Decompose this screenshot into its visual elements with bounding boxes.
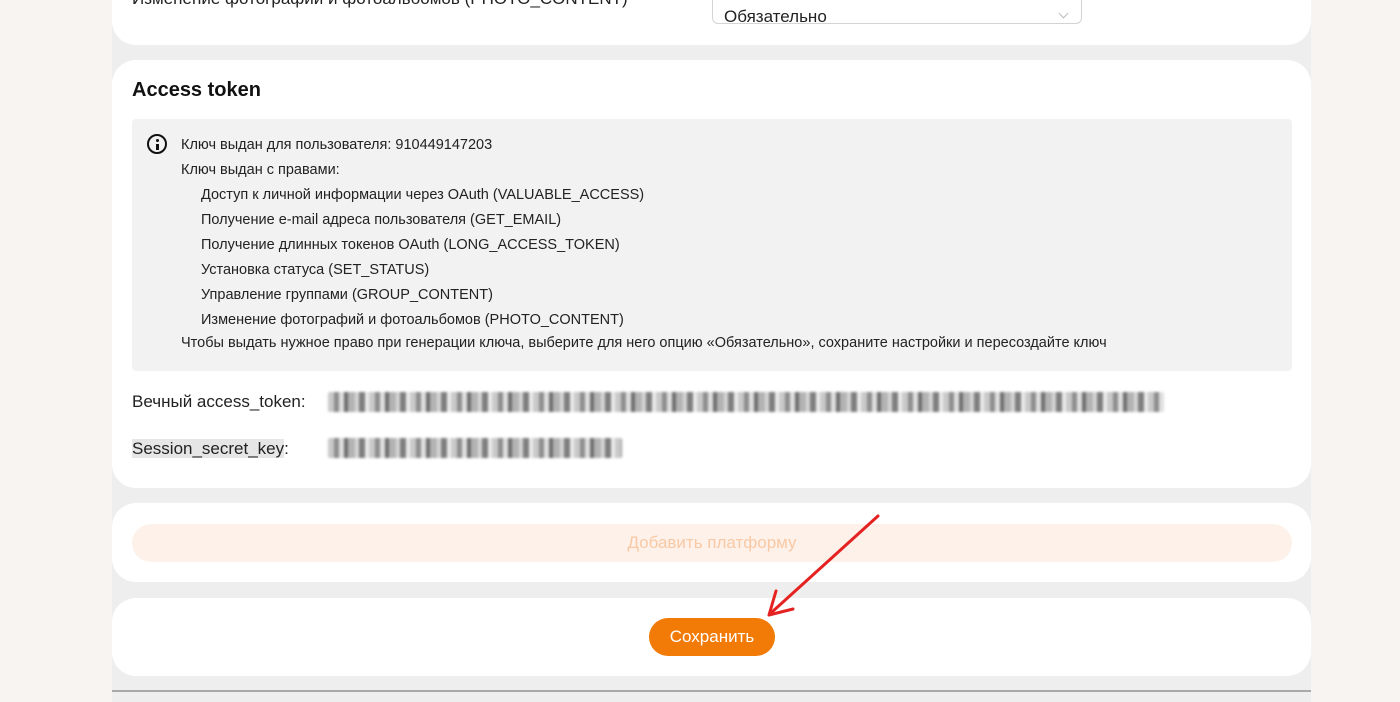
info-line-right: Изменение фотографий и фотоальбомов (PHO… xyxy=(201,312,624,328)
info-line-right: Получение e-mail адреса пользователя (GE… xyxy=(201,212,562,228)
access-token-card: Access token Ключ выдан для пользователя… xyxy=(112,60,1311,488)
info-box: Ключ выдан для пользователя: 91044914720… xyxy=(132,119,1292,371)
info-line-right: Установка статуса (SET_STATUS) xyxy=(201,262,430,278)
bottom-divider xyxy=(112,690,1311,692)
add-platform-button[interactable]: Добавить платформу xyxy=(132,524,1292,562)
section-title: Access token xyxy=(132,79,261,101)
info-line-rights-heading: Ключ выдан с правами: xyxy=(181,162,340,178)
save-button[interactable]: Сохранить xyxy=(649,618,775,656)
permission-label: Изменение фотографий и фотоальбомов (PHO… xyxy=(132,0,628,9)
session-key-label-colon: : xyxy=(284,439,289,458)
save-card: Сохранить xyxy=(112,598,1311,676)
session-key-label: Session_secret_key: xyxy=(132,439,289,459)
eternal-token-value[interactable] xyxy=(328,392,1164,412)
eternal-token-label: Вечный access_token: xyxy=(132,392,306,411)
permission-select-value: Обязательно xyxy=(724,7,827,26)
session-key-label-text: Session_secret_key xyxy=(132,439,285,458)
info-icon xyxy=(147,134,167,154)
permission-select[interactable]: Обязательно xyxy=(712,0,1082,26)
session-key-value[interactable] xyxy=(328,438,622,458)
chevron-down-icon xyxy=(1058,8,1069,19)
info-line-right: Доступ к личной информации через OAuth (… xyxy=(201,187,645,203)
info-line-right: Управление группами (GROUP_CONTENT) xyxy=(201,287,493,303)
info-line-user: Ключ выдан для пользователя: 91044914720… xyxy=(181,137,493,153)
info-line-right: Получение длинных токенов OAuth (LONG_AC… xyxy=(201,237,620,253)
platform-card: Добавить платформу xyxy=(112,503,1311,582)
info-line-hint: Чтобы выдать нужное право при генерации … xyxy=(181,335,1107,351)
permission-card: Изменение фотографий и фотоальбомов (PHO… xyxy=(112,0,1311,45)
